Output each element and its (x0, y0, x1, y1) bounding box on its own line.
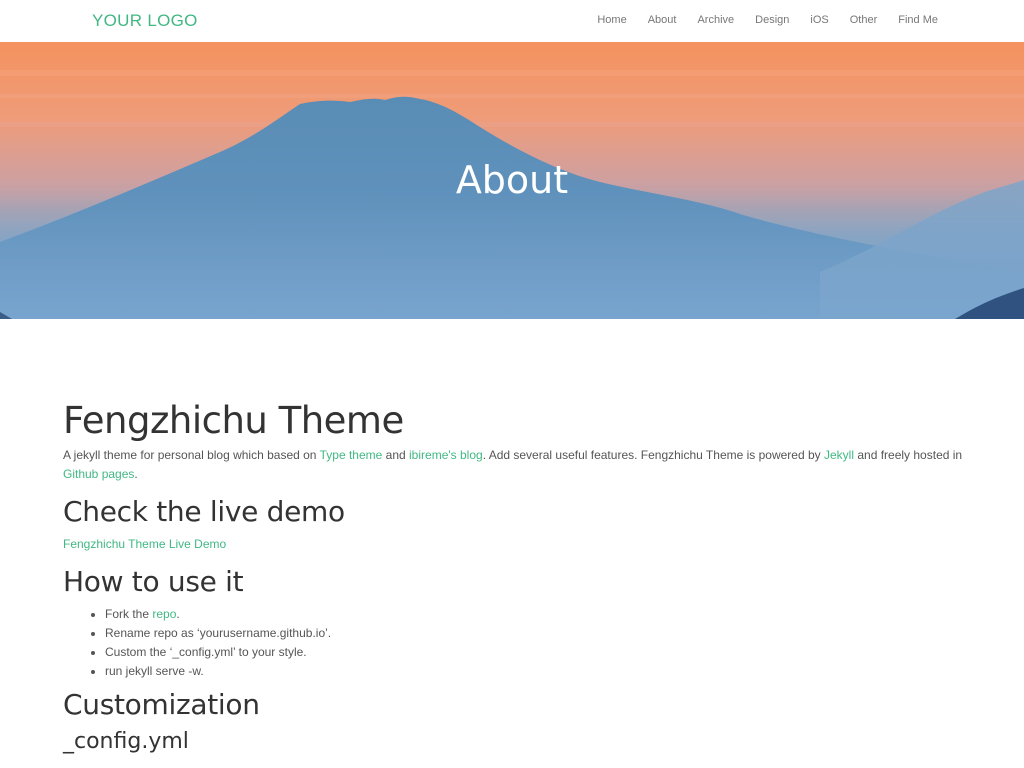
github-pages-link[interactable]: Github pages (63, 467, 134, 481)
live-demo-link[interactable]: Fengzhichu Theme Live Demo (63, 537, 226, 551)
list-item: Rename repo as ‘yourusername.github.io’. (105, 624, 963, 643)
nav-other[interactable]: Other (850, 14, 878, 26)
list-item-text: Fork the (105, 607, 153, 621)
ibireme-blog-link[interactable]: ibireme's blog (409, 448, 483, 462)
intro-text: A jekyll theme for personal blog which b… (63, 448, 320, 462)
repo-link[interactable]: repo (152, 607, 176, 621)
main-nav: Home About Archive Design iOS Other Find… (576, 14, 938, 26)
navbar: YOUR LOGO Home About Archive Design iOS … (0, 0, 1024, 42)
hero-title: About (455, 158, 569, 202)
hero-banner: About (0, 42, 1024, 319)
list-item: Custom the ‘_config.yml’ to your style. (105, 643, 963, 662)
how-to-heading: How to use it (63, 565, 244, 598)
list-item-text: . (176, 607, 180, 621)
page-title: Fengzhichu Theme (63, 399, 404, 442)
intro-text: and freely hosted in (854, 448, 963, 462)
customization-heading: Customization (63, 688, 260, 721)
post-content: Fengzhichu Theme A jekyll theme for pers… (63, 400, 963, 756)
list-item: Fork the repo. (105, 605, 963, 624)
intro-text: . Add several useful features. Fengzhich… (482, 448, 824, 462)
how-to-list: Fork the repo. Rename repo as ‘yourusern… (105, 605, 963, 681)
live-demo-heading: Check the live demo (63, 495, 345, 528)
nav-archive[interactable]: Archive (697, 14, 734, 26)
list-item: run jekyll serve -w. (105, 662, 963, 681)
intro-text: and (382, 448, 410, 462)
nav-home[interactable]: Home (597, 14, 626, 26)
nav-design[interactable]: Design (755, 14, 789, 26)
site-logo[interactable]: YOUR LOGO (92, 11, 198, 31)
live-demo-paragraph: Fengzhichu Theme Live Demo (63, 535, 963, 554)
nav-ios[interactable]: iOS (810, 14, 828, 26)
intro-text: . (134, 467, 138, 481)
nav-find-me[interactable]: Find Me (898, 14, 938, 26)
config-subheading: _config.yml (63, 729, 189, 754)
nav-about[interactable]: About (648, 14, 677, 26)
jekyll-link[interactable]: Jekyll (824, 448, 854, 462)
type-theme-link[interactable]: Type theme (320, 448, 383, 462)
intro-paragraph: A jekyll theme for personal blog which b… (63, 446, 963, 484)
